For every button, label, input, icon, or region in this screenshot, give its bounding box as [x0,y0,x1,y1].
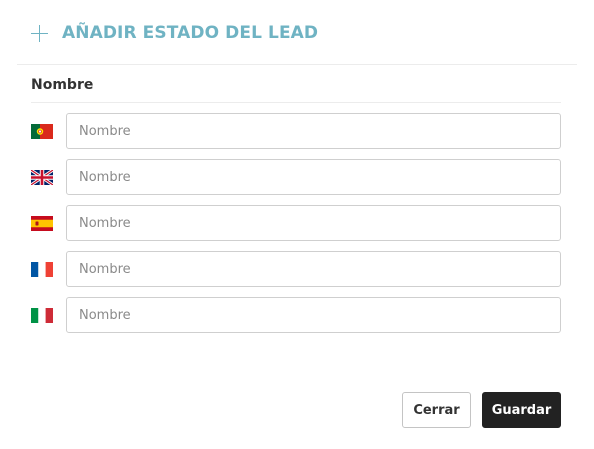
france-flag-icon [31,261,53,277]
dialog-header: AÑADIR ESTADO DEL LEAD [31,20,318,46]
close-button[interactable]: Cerrar [402,392,471,428]
spain-flag-icon [31,215,53,231]
name-field-row-it [31,297,561,333]
section-label: Nombre [31,77,94,93]
name-input-pt[interactable] [66,113,561,149]
header-divider [17,64,577,65]
portugal-flag-icon [31,123,53,139]
save-button[interactable]: Guardar [482,392,561,428]
italy-flag-icon [31,307,53,323]
name-input-it[interactable] [66,297,561,333]
name-field-row-es [31,205,561,241]
plus-icon [31,24,48,42]
dialog-title: AÑADIR ESTADO DEL LEAD [62,23,319,43]
united-kingdom-flag-icon [31,169,53,185]
add-lead-status-dialog: AÑADIR ESTADO DEL LEAD Nombre Nombre Nom… [0,0,594,449]
name-input-en[interactable] [66,159,561,195]
name-field-row-pt [31,113,561,149]
section-divider [31,102,561,103]
name-field-row-en [31,159,561,195]
name-field-row-fr [31,251,561,287]
name-input-es[interactable] [66,205,561,241]
name-input-fr[interactable] [66,251,561,287]
